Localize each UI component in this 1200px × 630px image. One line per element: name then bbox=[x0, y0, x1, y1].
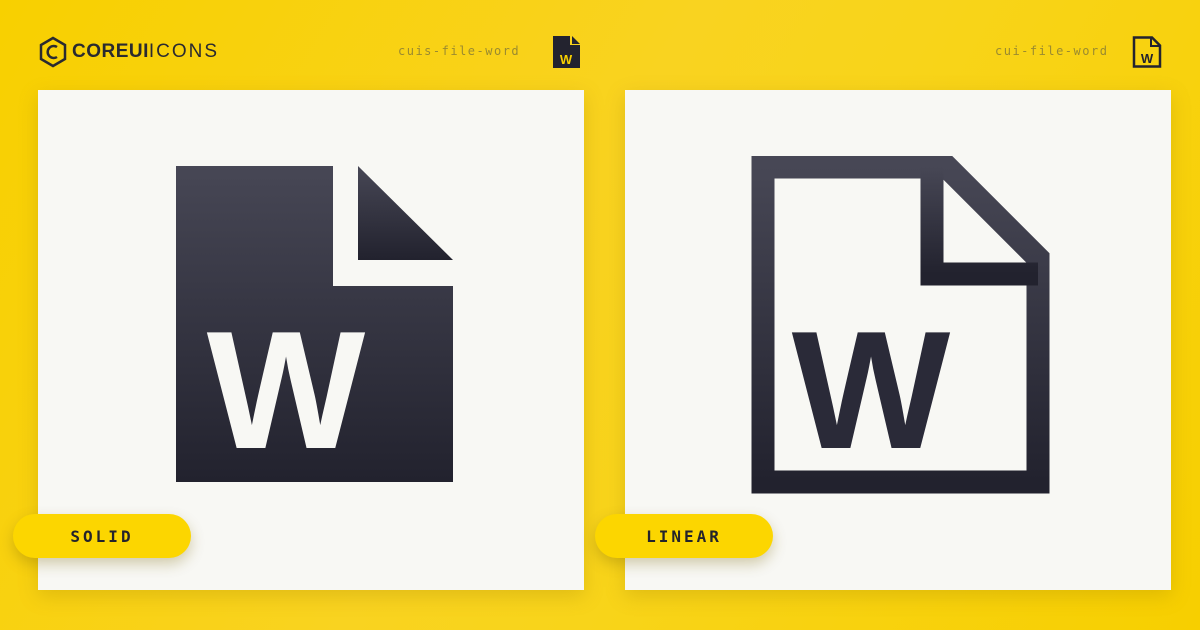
linear-icon-name: cui-file-word bbox=[995, 44, 1109, 58]
coreui-hexagon-icon bbox=[39, 36, 67, 68]
solid-icon-name: cuis-file-word bbox=[398, 44, 521, 58]
svg-text:W: W bbox=[207, 296, 366, 484]
file-word-linear-icon: W bbox=[751, 156, 1050, 494]
file-word-linear-small-icon: W bbox=[1132, 36, 1162, 68]
logo-text: COREUIICONS bbox=[72, 41, 220, 62]
coreui-icons-logo: COREUIICONS bbox=[38, 36, 219, 68]
svg-text:W: W bbox=[560, 52, 573, 67]
svg-text:W: W bbox=[792, 296, 951, 484]
file-word-solid-small-icon: W bbox=[553, 36, 580, 68]
linear-label-pill: LINEAR bbox=[595, 514, 773, 558]
svg-text:W: W bbox=[1141, 51, 1154, 66]
solid-label-pill: SOLID bbox=[13, 514, 191, 558]
file-word-solid-icon: W bbox=[176, 166, 453, 484]
